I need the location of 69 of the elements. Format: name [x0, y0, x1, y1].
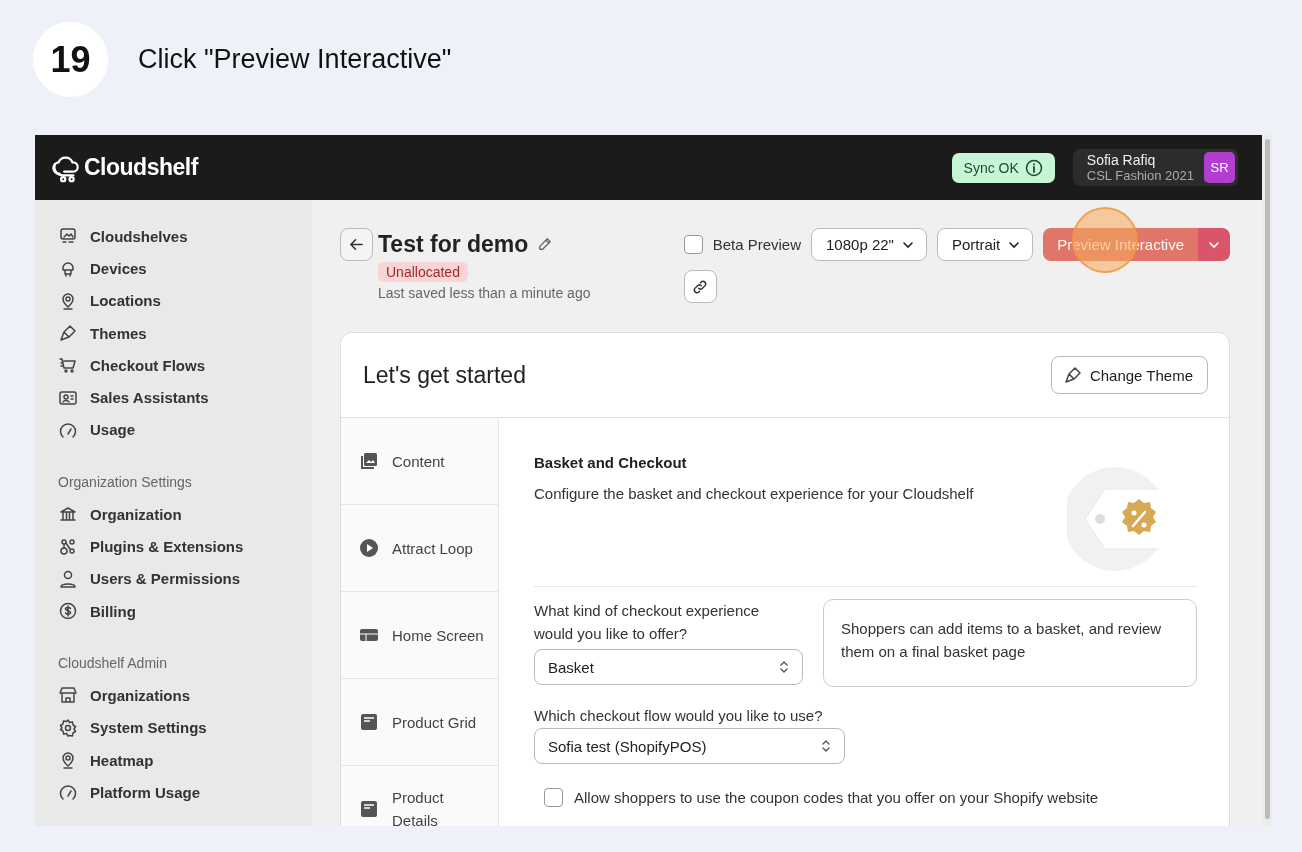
up-down-chevron-icon [778, 659, 790, 675]
last-saved-text: Last saved less than a minute ago [378, 285, 591, 301]
brand-name: Cloudshelf [84, 154, 198, 181]
resolution-dropdown[interactable]: 1080p 22" [811, 228, 927, 261]
coupon-label: Allow shoppers to use the coupon codes that you offer on your Shopify website [574, 789, 1099, 806]
doc-icon [359, 799, 379, 819]
sidebar-item[interactable]: Organizations [58, 679, 312, 712]
sidebar-item[interactable]: Devices [58, 252, 312, 285]
checkout-flow-select[interactable]: Sofia test (ShopifyPOS) [534, 728, 845, 764]
sidebar-item[interactable]: Usage [58, 413, 312, 447]
field-label: What kind of checkout experience would you like to offer? [534, 601, 761, 644]
field-label: Which checkout flow would you like to use? [534, 707, 824, 724]
beta-preview-label: Beta Preview [712, 236, 802, 253]
sidebar-item[interactable]: System Settings [58, 711, 312, 744]
sidebar-item[interactable]: Themes [58, 316, 312, 350]
info-icon [1024, 158, 1043, 177]
section-tab[interactable]: Content [341, 418, 498, 505]
status-badge: Unallocated [378, 262, 468, 282]
doc-icon [359, 712, 379, 732]
coupon-checkbox[interactable] [544, 788, 563, 807]
sync-status-badge[interactable]: Sync OK [951, 152, 1055, 183]
sidebar-item[interactable]: Users & Permissions [58, 562, 312, 595]
play-icon [359, 538, 379, 558]
copy-link-button[interactable] [683, 270, 717, 303]
dollar-icon [58, 601, 78, 622]
page-title: Test for demo [378, 231, 529, 258]
section-tab[interactable]: Home Screen [341, 592, 498, 679]
sidebar-item[interactable]: Platform Usage [58, 776, 312, 809]
brush-icon [1062, 365, 1083, 385]
sidebar-item[interactable]: Heatmap [58, 743, 312, 777]
sidebar-item[interactable]: Plugins & Extensions [58, 530, 312, 563]
back-arrow-icon [348, 236, 365, 253]
section-tab[interactable]: Attract Loop [341, 505, 498, 592]
images-icon [359, 451, 379, 471]
experience-info-panel: Shoppers can add items to a basket, and review them on a final basket page [823, 599, 1197, 687]
sidebar-item[interactable]: Cloudshelves [58, 220, 312, 253]
sidebar-section-heading: Cloudshelf Admin [58, 654, 168, 674]
section-tab[interactable]: Product Grid [341, 679, 498, 766]
section-tab[interactable]: Product Details [341, 766, 498, 826]
account-switcher[interactable]: Sofia Rafiq CSL Fashion 2021 SR [1072, 149, 1238, 186]
change-theme-button[interactable]: Change Theme [1050, 356, 1208, 394]
cart-icon [58, 355, 78, 376]
sidebar-item[interactable]: Billing [58, 594, 312, 628]
card-title: Let's get started [363, 361, 526, 389]
sidebar-section-heading: Organization Settings [58, 473, 193, 493]
step-number-badge: 19 [33, 22, 108, 97]
sidebar-item[interactable]: Organization [58, 498, 312, 531]
pencil-icon[interactable] [536, 236, 554, 253]
store-icon [58, 685, 78, 706]
sidebar-item[interactable]: Checkout Flows [58, 349, 312, 382]
beta-preview-checkbox[interactable] [683, 235, 703, 254]
checkout-experience-select[interactable]: Basket [534, 649, 803, 685]
section-description: Configure the basket and checkout experience for your Cloudshelf [534, 485, 975, 502]
user-name: Sofia Rafiq [1086, 152, 1157, 168]
gear-icon [58, 717, 78, 738]
plugin-icon [58, 536, 78, 557]
up-down-chevron-icon [820, 738, 832, 754]
user-avatar: SR [1204, 152, 1235, 183]
sidebar-item[interactable]: Sales Assistants [58, 381, 312, 414]
preview-options-button[interactable] [1198, 228, 1230, 261]
back-button[interactable] [340, 228, 373, 261]
section-heading: Basket and Checkout [534, 454, 688, 471]
user-icon [58, 568, 78, 589]
gauge-icon [58, 782, 78, 803]
sidebar-item[interactable]: Locations [58, 284, 312, 317]
orientation-dropdown[interactable]: Portrait [936, 228, 1034, 261]
organization-name: CSL Fashion 2021 [1086, 168, 1194, 183]
brush-icon [58, 323, 78, 344]
step-instruction: Click "Preview Interactive" [138, 44, 452, 75]
